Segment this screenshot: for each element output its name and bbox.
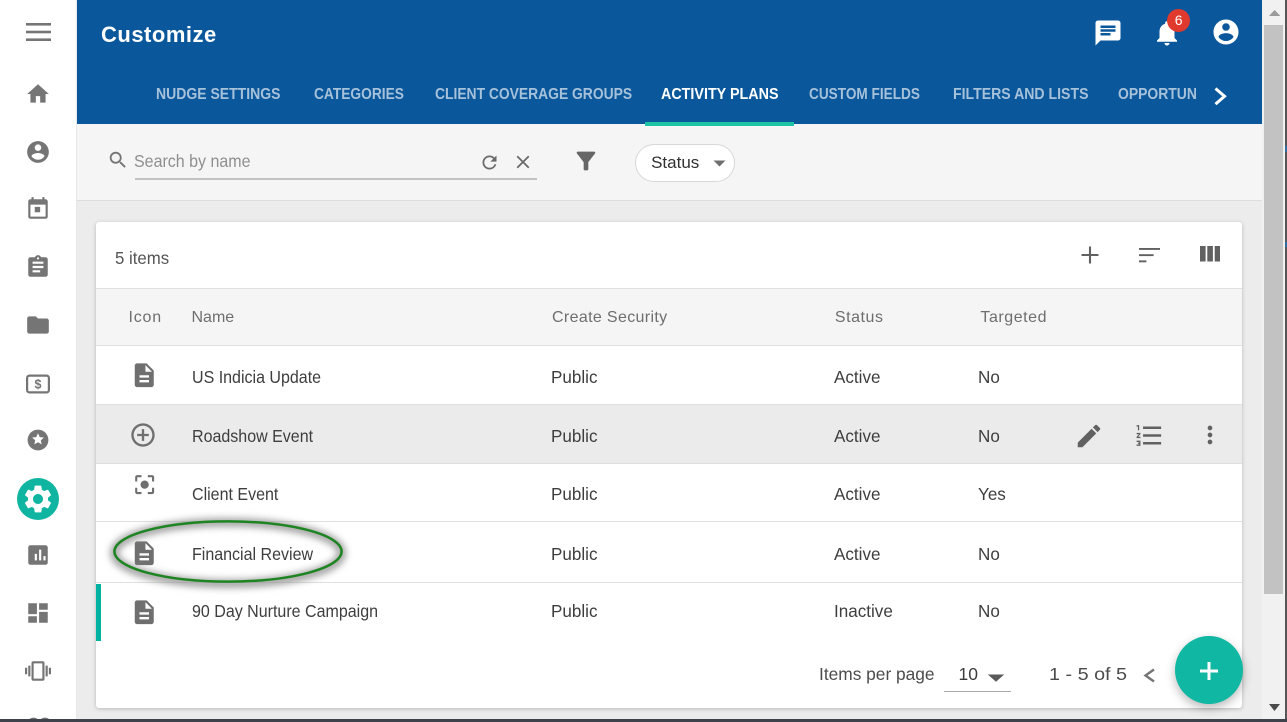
svg-text:$: $: [35, 377, 42, 391]
